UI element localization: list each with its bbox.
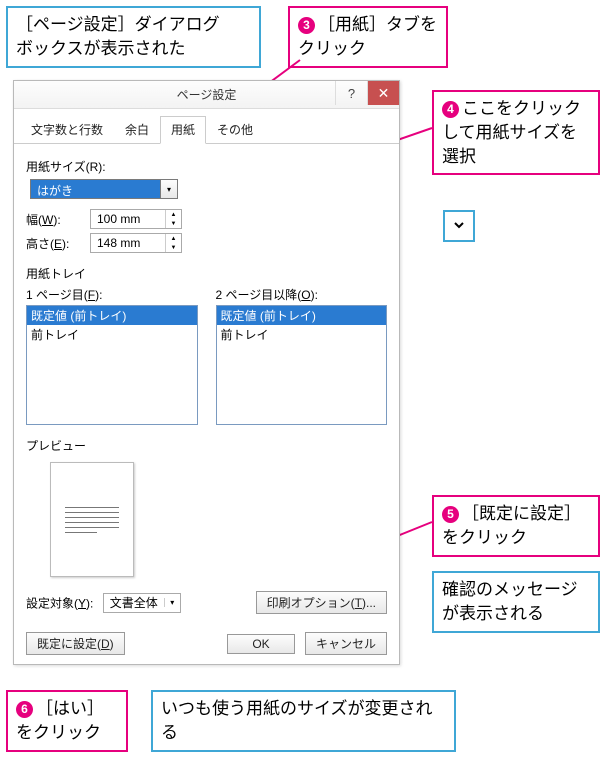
- apply-to-row: 設定対象(Y): 文書全体 ▾: [26, 593, 181, 613]
- apply-to-select[interactable]: 文書全体 ▾: [103, 593, 181, 613]
- list-item[interactable]: 既定値 (前トレイ): [27, 306, 197, 325]
- apply-to-value: 文書全体: [104, 594, 164, 611]
- callout-text: ［既定に設定］をクリック: [442, 504, 581, 547]
- width-value: 100 mm: [91, 212, 165, 226]
- height-label: 高さ(E):: [26, 235, 84, 252]
- print-options-button[interactable]: 印刷オプション(T)...: [256, 591, 387, 614]
- callout-confirm-msg: 確認のメッセージが表示される: [432, 571, 600, 633]
- height-input[interactable]: 148 mm ▲▼: [90, 233, 182, 253]
- step-number-3: 3: [298, 17, 315, 34]
- tray-first-page-list[interactable]: 既定値 (前トレイ) 前トレイ: [26, 305, 198, 425]
- callout-text: ここをクリックして用紙サイズを選択: [442, 99, 581, 166]
- dialog-title: ページ設定: [177, 86, 237, 103]
- list-item[interactable]: 前トレイ: [27, 325, 197, 344]
- height-value: 148 mm: [91, 236, 165, 250]
- width-spinner[interactable]: ▲▼: [165, 210, 181, 228]
- tab-margins[interactable]: 余白: [114, 116, 160, 144]
- tab-chars-lines[interactable]: 文字数と行数: [20, 116, 114, 144]
- width-input[interactable]: 100 mm ▲▼: [90, 209, 182, 229]
- chevron-down-icon[interactable]: ▾: [160, 179, 178, 199]
- dialog-footer: 既定に設定(D) OK キャンセル: [14, 624, 399, 663]
- callout-dialog-shown: ［ページ設定］ダイアログ ボックスが表示された: [6, 6, 261, 68]
- cancel-button[interactable]: キャンセル: [305, 632, 387, 655]
- width-label: 幅(W):: [26, 211, 84, 228]
- help-button[interactable]: ?: [335, 81, 367, 105]
- step-number-4: 4: [442, 101, 459, 118]
- callout-text: いつも使う用紙のサイズが変更される: [161, 699, 433, 742]
- height-spinner[interactable]: ▲▼: [165, 234, 181, 252]
- tab-strip: 文字数と行数 余白 用紙 その他: [14, 109, 399, 144]
- step-number-5: 5: [442, 506, 459, 523]
- callout-step-3: 3［用紙］タブをクリック: [288, 6, 448, 68]
- ok-button[interactable]: OK: [227, 634, 295, 654]
- tray-other-pages-list[interactable]: 既定値 (前トレイ) 前トレイ: [216, 305, 388, 425]
- callout-text: ［用紙］タブをクリック: [298, 15, 437, 58]
- down-arrow-icon-box: [443, 210, 475, 242]
- callout-text: ［ページ設定］ダイアログ ボックスが表示された: [16, 15, 220, 58]
- preview-label: プレビュー: [26, 437, 387, 454]
- paper-size-combo[interactable]: はがき ▾: [30, 179, 178, 199]
- chevron-down-icon[interactable]: ▾: [164, 598, 180, 607]
- set-as-default-button[interactable]: 既定に設定(D): [26, 632, 125, 655]
- list-item[interactable]: 前トレイ: [217, 325, 387, 344]
- dialog-titlebar[interactable]: ページ設定 ? ✕: [14, 81, 399, 109]
- callout-step-4: 4ここをクリックして用紙サイズを選択: [432, 90, 600, 175]
- callout-step-5: 5［既定に設定］をクリック: [432, 495, 600, 557]
- preview-thumbnail: [50, 462, 134, 577]
- list-item[interactable]: 既定値 (前トレイ): [217, 306, 387, 325]
- tab-other[interactable]: その他: [206, 116, 264, 144]
- paper-size-value: はがき: [30, 179, 160, 199]
- paper-tray-label: 用紙トレイ: [26, 265, 387, 282]
- tray-first-page-label: 1 ページ目(F):: [26, 286, 198, 303]
- tab-paper[interactable]: 用紙: [160, 116, 206, 144]
- close-button[interactable]: ✕: [367, 81, 399, 105]
- callout-bottom: いつも使う用紙のサイズが変更される: [151, 690, 456, 752]
- tray-other-pages-label: 2 ページ目以降(O):: [216, 286, 388, 303]
- apply-to-label: 設定対象(Y):: [26, 596, 97, 610]
- chevron-down-icon: [452, 218, 466, 235]
- page-setup-dialog: ページ設定 ? ✕ 文字数と行数 余白 用紙 その他 用紙サイズ(R): はがき…: [13, 80, 400, 665]
- dialog-body: 用紙サイズ(R): はがき ▾ 幅(W): 100 mm ▲▼ 高さ(E): 1…: [14, 144, 399, 624]
- callout-step-6: 6［はい］をクリック: [6, 690, 128, 752]
- step-number-6: 6: [16, 701, 33, 718]
- callout-text: 確認のメッセージが表示される: [442, 580, 578, 623]
- paper-size-label: 用紙サイズ(R):: [26, 158, 387, 175]
